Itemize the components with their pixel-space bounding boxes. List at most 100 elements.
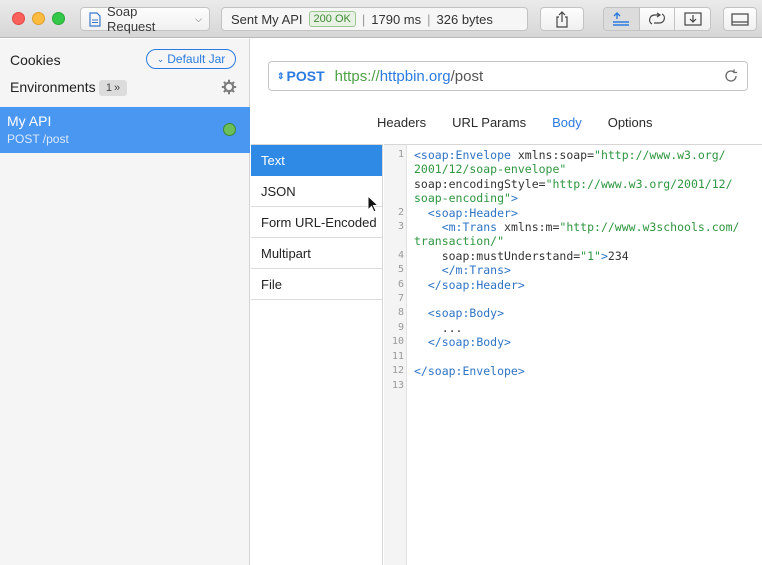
body-editor[interactable]: 1 <soap:Envelope xmlns:soap="http://www.w… bbox=[384, 144, 762, 565]
url-bar[interactable]: ⇕ POST https://httpbin.org/post bbox=[268, 61, 748, 91]
xml-tag: </soap:Body> bbox=[427, 335, 511, 350]
body-type-file[interactable]: File bbox=[251, 269, 382, 300]
chevron-down-icon: ⌵ bbox=[195, 13, 202, 24]
code-text: <soap:Body> bbox=[404, 306, 504, 320]
up-down-arrows-icon: ⇕ bbox=[277, 70, 285, 81]
cookies-label: Cookies bbox=[10, 52, 61, 68]
xml-text bbox=[414, 306, 428, 320]
code-text: ... bbox=[404, 320, 463, 335]
code-line: 2 <soap:Header> bbox=[384, 206, 762, 220]
code-line: 13 bbox=[384, 379, 762, 393]
code-line: 8 <soap:Body> bbox=[384, 306, 762, 320]
xml-text: xmlns:soap= bbox=[510, 148, 595, 162]
line-number: 13 bbox=[391, 379, 404, 391]
code-text: </soap:Body> bbox=[404, 335, 511, 349]
toggle-panel-button[interactable] bbox=[723, 7, 757, 31]
body-type-form-url-encoded[interactable]: Form URL-Encoded bbox=[251, 207, 382, 238]
line-number bbox=[384, 162, 404, 176]
xml-text: 234 bbox=[607, 248, 629, 263]
gear-icon[interactable] bbox=[221, 79, 237, 95]
body-type-text[interactable]: Text bbox=[251, 145, 382, 176]
tab-body[interactable]: Body bbox=[539, 113, 595, 137]
code-line: 4 soap:mustUnderstand="1">234 bbox=[384, 249, 762, 263]
url-scheme: https:// bbox=[334, 67, 380, 85]
xml-text bbox=[414, 335, 428, 349]
environments-count-badge[interactable]: 1 » bbox=[99, 80, 127, 96]
xml-text bbox=[414, 278, 428, 292]
xml-tag: <soap:Envelope bbox=[414, 148, 511, 162]
xml-string: "http://www.w3.org/2001/12/ bbox=[545, 176, 733, 191]
code-line: transaction/" bbox=[384, 234, 762, 248]
sidebar-item-my-api[interactable]: My API POST /post bbox=[0, 107, 250, 153]
tab-options[interactable]: Options bbox=[595, 113, 666, 137]
xml-tag: </m:Trans> bbox=[441, 263, 511, 278]
mouse-pointer-icon bbox=[367, 195, 379, 213]
code-text: soap-encoding"> bbox=[404, 191, 518, 205]
xml-text: soap:encodingStyle= bbox=[414, 176, 546, 191]
xml-string: transaction/" bbox=[414, 234, 505, 249]
body-type-json[interactable]: JSON bbox=[251, 176, 382, 207]
share-icon bbox=[556, 10, 568, 28]
zoom-window-button[interactable] bbox=[52, 12, 65, 25]
code-text: </soap:Envelope> bbox=[404, 364, 525, 378]
method-label: POST bbox=[286, 68, 325, 84]
line-number bbox=[384, 191, 404, 205]
status-dot-icon bbox=[223, 123, 236, 136]
view-mode-group bbox=[603, 7, 711, 31]
xml-tag: </soap:Envelope> bbox=[414, 364, 525, 379]
code-line: soap:encodingStyle="http://www.w3.org/20… bbox=[384, 177, 762, 191]
environments-label: Environments bbox=[10, 79, 96, 95]
minimize-window-button[interactable] bbox=[32, 12, 45, 25]
cookie-jar-selector[interactable]: ⌄ Default Jar bbox=[146, 49, 236, 69]
xml-text: soap:mustUnderstand= bbox=[414, 248, 581, 263]
method-selector[interactable]: ⇕ POST bbox=[277, 68, 325, 84]
share-button[interactable] bbox=[540, 7, 584, 31]
tab-url-params[interactable]: URL Params bbox=[439, 113, 539, 137]
document-icon bbox=[89, 11, 101, 27]
xml-text bbox=[414, 220, 442, 234]
body-type-multipart[interactable]: Multipart bbox=[251, 238, 382, 269]
code-line: 9 ... bbox=[384, 321, 762, 335]
xml-tag: <m:Trans bbox=[441, 220, 498, 235]
tab-headers[interactable]: Headers bbox=[364, 113, 439, 137]
code-line: 12 </soap:Envelope> bbox=[384, 364, 762, 378]
upload-lines-icon bbox=[613, 12, 630, 26]
sidebar-item-title: My API bbox=[7, 113, 52, 129]
view-response-button[interactable] bbox=[675, 8, 710, 30]
xml-text: ... bbox=[414, 320, 463, 335]
xml-string: soap-encoding" bbox=[414, 191, 511, 206]
sidebar-item-subtitle: POST /post bbox=[7, 132, 69, 146]
code-text: <soap:Header> bbox=[404, 206, 518, 220]
xml-string: 2001/12/soap-envelope" bbox=[414, 162, 567, 177]
request-selector[interactable]: Soap Request ⌵ bbox=[80, 4, 210, 34]
url-path: /post bbox=[450, 67, 484, 85]
xml-string: "http://www.w3.org/ bbox=[594, 148, 726, 162]
code-text: </m:Trans> bbox=[404, 263, 511, 277]
code-line: soap-encoding"> bbox=[384, 191, 762, 205]
separator: | bbox=[361, 11, 366, 27]
reload-icon[interactable] bbox=[724, 69, 738, 83]
line-number: 5 bbox=[397, 264, 404, 276]
xml-tag: > bbox=[600, 248, 608, 263]
xml-text: xmlns:m= bbox=[497, 220, 560, 235]
xml-text bbox=[414, 263, 442, 277]
view-request-button[interactable] bbox=[604, 8, 640, 30]
code-text: 2001/12/soap-envelope" bbox=[404, 162, 566, 176]
xml-tag: > bbox=[510, 191, 518, 206]
chevron-down-icon: ⌄ bbox=[156, 53, 165, 64]
cookie-jar-label: Default Jar bbox=[167, 52, 226, 66]
url-input[interactable]: https://httpbin.org/post bbox=[335, 68, 483, 85]
line-number: 7 bbox=[397, 293, 404, 305]
swap-arrows-icon bbox=[649, 12, 665, 25]
xml-tag: <soap:Header> bbox=[427, 205, 518, 220]
view-swap-button[interactable] bbox=[640, 8, 676, 30]
url-host: httpbin.org bbox=[379, 67, 451, 85]
line-number: 12 bbox=[391, 365, 404, 377]
close-window-button[interactable] bbox=[12, 12, 25, 25]
line-number bbox=[384, 177, 404, 191]
environments-count: 1 bbox=[105, 82, 112, 94]
xml-string: "http://www.w3schools.com/ bbox=[559, 220, 740, 235]
status-prefix: Sent My API bbox=[231, 11, 303, 27]
